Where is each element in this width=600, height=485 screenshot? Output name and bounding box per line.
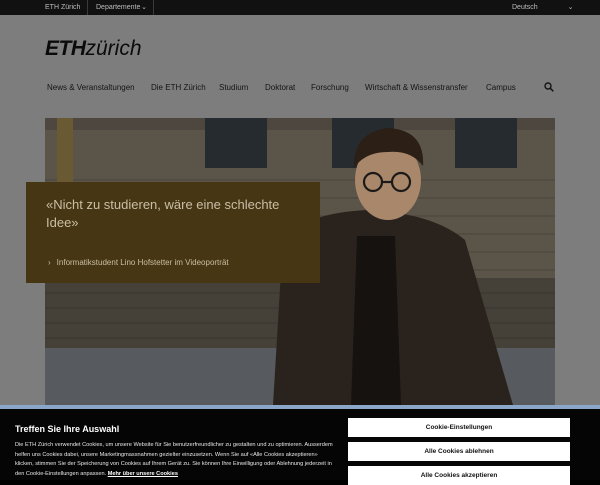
nav-item-wirtschaft[interactable]: Wirtschaft & Wissenstransfer [365, 83, 468, 92]
eth-logo[interactable]: ETHzürich [45, 37, 142, 61]
cookie-banner: Treffen Sie Ihre Auswahl Die ETH Zürich … [0, 405, 600, 485]
top-bar: ETH Zürich Departemente ⌄ Deutsch ⌄ [0, 0, 600, 15]
eth-home-link[interactable]: ETH Zürich [45, 0, 80, 15]
cookie-more-link[interactable]: Mehr über unsere Cookies [108, 471, 178, 477]
accept-all-cookies-button[interactable]: Alle Cookies akzeptieren [348, 466, 570, 485]
language-label: Deutsch [512, 4, 538, 11]
cookie-text: Die ETH Zürich verwendet Cookies, um uns… [15, 441, 333, 479]
hero-quote: «Nicht zu studieren, wäre eine schlechte… [46, 197, 280, 230]
hero-video-link[interactable]: › Informatikstudent Lino Hofstetter im Vi… [48, 258, 229, 267]
chevron-down-icon: ⌄ [141, 4, 147, 11]
chevron-down-icon: ⌄ [567, 4, 574, 11]
logo-zurich: zürich [85, 37, 142, 60]
search-icon[interactable] [544, 82, 554, 92]
reject-all-cookies-button[interactable]: Alle Cookies ablehnen [348, 442, 570, 461]
departments-dropdown[interactable]: Departemente ⌄ [87, 0, 154, 15]
logo-eth: ETH [45, 37, 86, 60]
nav-item-news[interactable]: News & Veranstaltungen [47, 83, 135, 92]
nav-item-doktorat[interactable]: Doktorat [265, 83, 295, 92]
cookie-title: Treffen Sie Ihre Auswahl [15, 424, 120, 434]
departments-label: Departemente [96, 4, 141, 11]
hero-link-label: Informatikstudent Lino Hofstetter im Vid… [56, 258, 229, 267]
nav-item-studium[interactable]: Studium [219, 83, 248, 92]
nav-item-die-eth[interactable]: Die ETH Zürich [151, 83, 206, 92]
nav-item-campus[interactable]: Campus [486, 83, 516, 92]
cookie-settings-button[interactable]: Cookie-Einstellungen [348, 418, 570, 437]
chevron-right-icon: › [48, 258, 51, 267]
language-selector[interactable]: Deutsch ⌄ [512, 0, 574, 15]
nav-item-forschung[interactable]: Forschung [311, 83, 349, 92]
hero-teaser[interactable]: «Nicht zu studieren, wäre eine schlechte… [26, 182, 320, 283]
